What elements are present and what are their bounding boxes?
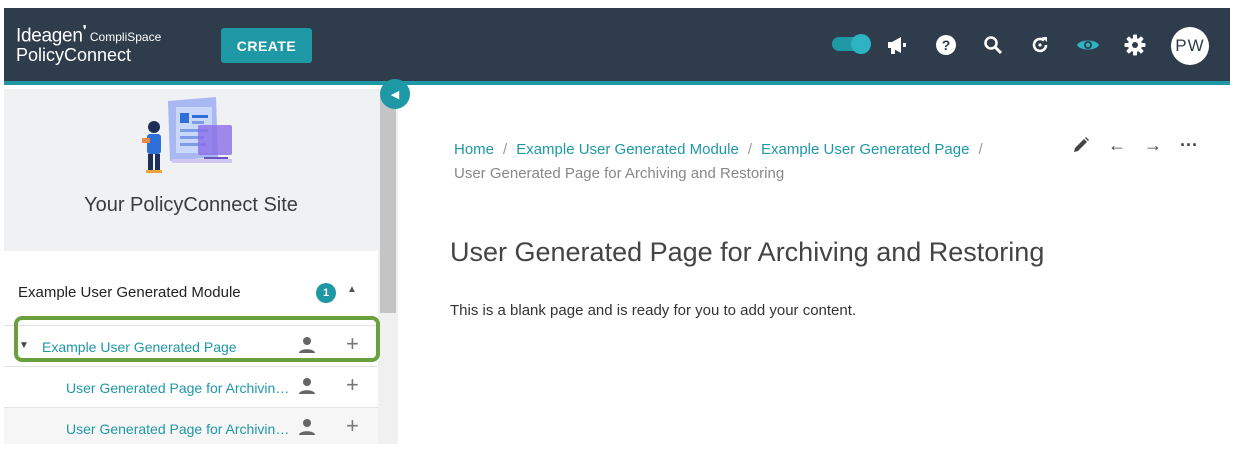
main-content: Home / Example User Generated Module / Examp… — [410, 89, 1230, 444]
page-title: User Generated Page for Archiving and Re… — [450, 237, 1045, 267]
person-icon[interactable] — [298, 377, 316, 400]
page-body: This is a blank page and is ready for yo… — [450, 302, 857, 319]
edit-pencil-icon[interactable] — [1070, 134, 1092, 156]
more-options-icon[interactable]: ··· — [1178, 134, 1200, 156]
person-icon[interactable] — [298, 418, 316, 441]
breadcrumb: Home / Example User Generated Module / Examp… — [454, 138, 1044, 186]
refresh-icon[interactable] — [1027, 32, 1053, 58]
arrow-right-icon[interactable]: → — [1142, 134, 1164, 156]
megaphone-icon[interactable] — [884, 32, 910, 58]
breadcrumb-separator: / — [503, 141, 508, 158]
tree-item-example-page[interactable]: ▼ Example User Generated Page + — [4, 326, 378, 367]
sidebar: Your PolicyConnect Site Example User Gen… — [4, 89, 398, 444]
logo-product: PolicyConnect — [16, 45, 132, 66]
module-badge: 1 — [316, 283, 336, 303]
search-icon[interactable] — [980, 32, 1006, 58]
tree-item-archiving-page-2[interactable]: User Generated Page for Archivin… + — [4, 408, 378, 444]
tree-item-label[interactable]: User Generated Page for Archivin… — [66, 421, 289, 437]
breadcrumb-separator: / — [747, 141, 752, 158]
create-button[interactable]: CREATE — [221, 28, 312, 63]
gear-icon[interactable] — [1122, 32, 1148, 58]
svg-text:?: ? — [942, 37, 951, 53]
logo-mark-icon: ❜ — [82, 23, 87, 38]
caret-down-icon[interactable]: ▼ — [19, 340, 29, 351]
toggle-knob — [851, 34, 871, 54]
add-icon[interactable]: + — [346, 415, 359, 437]
page-actions: ← → ··· — [1070, 134, 1200, 156]
logo[interactable]: Ideagen❜ CompliSpace PolicyConnect — [16, 23, 161, 66]
toggle-switch[interactable] — [832, 34, 871, 54]
tree-item-label[interactable]: Example User Generated Page — [42, 339, 237, 355]
breadcrumb-module[interactable]: Example User Generated Module — [516, 141, 739, 158]
breadcrumb-separator: / — [978, 141, 983, 158]
top-bar: Ideagen❜ CompliSpace PolicyConnect CREATE… — [4, 8, 1230, 85]
site-illustration-icon — [132, 97, 244, 186]
user-avatar[interactable]: PW — [1171, 27, 1209, 65]
add-icon[interactable]: + — [346, 374, 359, 396]
arrow-left-icon[interactable]: ← — [1106, 134, 1128, 156]
scrollbar-thumb[interactable] — [380, 93, 396, 313]
breadcrumb-current: User Generated Page for Archiving and Re… — [454, 165, 785, 182]
tree-item-archiving-page-1[interactable]: User Generated Page for Archivin… + — [4, 367, 378, 408]
logo-sub: CompliSpace — [89, 30, 162, 45]
module-label: Example User Generated Module — [18, 284, 241, 301]
tree-item-label[interactable]: User Generated Page for Archivin… — [66, 380, 289, 396]
site-title: Your PolicyConnect Site — [84, 194, 298, 216]
logo-brand: Ideagen — [16, 25, 83, 47]
breadcrumb-home[interactable]: Home — [454, 141, 494, 158]
app-window: Ideagen❜ CompliSpace PolicyConnect CREATE… — [4, 8, 1230, 444]
caret-up-icon[interactable]: ▲ — [347, 284, 357, 295]
sidebar-scrollbar[interactable] — [378, 89, 398, 444]
module-row[interactable]: Example User Generated Module 1 ▲ — [4, 258, 378, 326]
breadcrumb-page[interactable]: Example User Generated Page — [761, 141, 969, 158]
add-icon[interactable]: + — [346, 333, 359, 355]
eye-icon[interactable] — [1075, 32, 1101, 58]
help-icon[interactable]: ? — [933, 32, 959, 58]
collapse-sidebar-icon[interactable]: ◀ — [380, 79, 410, 109]
person-icon[interactable] — [298, 336, 316, 359]
site-header: Your PolicyConnect Site — [4, 89, 378, 251]
